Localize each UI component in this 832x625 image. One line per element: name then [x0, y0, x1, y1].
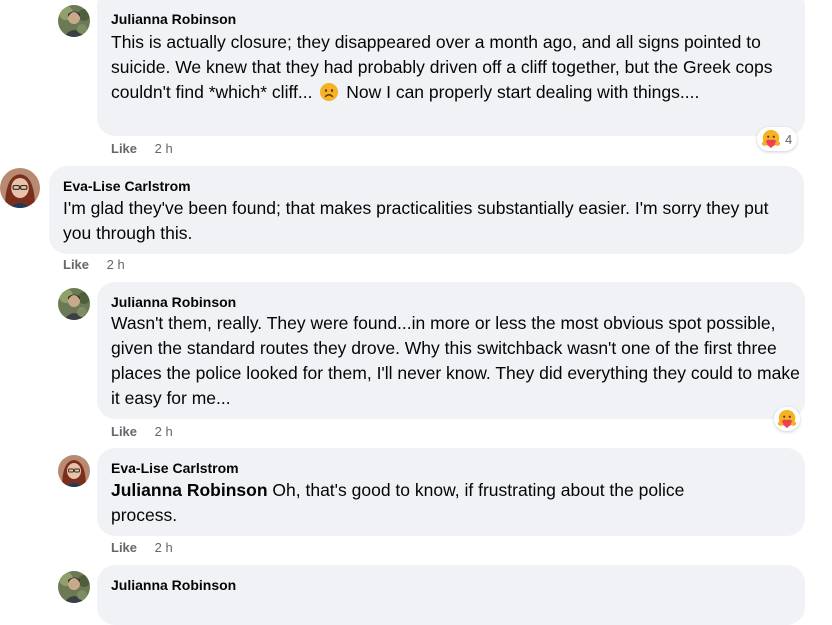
comment-actions: Like 2 h	[111, 424, 173, 439]
reaction-summary[interactable]: 4	[757, 127, 798, 151]
comment-author[interactable]: Eva-Lise Carlstrom	[111, 460, 239, 476]
comment-actions: Like 2 h	[111, 540, 173, 555]
comment-actions: Like 2 h	[63, 257, 125, 272]
comment-actions: Like 2 h	[111, 141, 173, 156]
comment-author[interactable]: Eva-Lise Carlstrom	[63, 178, 191, 194]
like-button[interactable]: Like	[111, 424, 137, 439]
comment-author[interactable]: Julianna Robinson	[111, 11, 236, 27]
avatar[interactable]	[58, 5, 90, 37]
like-button[interactable]: Like	[63, 257, 89, 272]
avatar[interactable]	[58, 571, 90, 603]
comment-author[interactable]: Julianna Robinson	[111, 294, 236, 310]
comment-author[interactable]: Julianna Robinson	[111, 577, 236, 593]
like-button[interactable]: Like	[111, 141, 137, 156]
comment-timestamp[interactable]: 2 h	[155, 540, 173, 555]
comment-timestamp[interactable]: 2 h	[155, 424, 173, 439]
comment-bubble	[97, 565, 805, 625]
like-button[interactable]: Like	[111, 540, 137, 555]
comment-text-part: Now I can properly start dealing with th…	[346, 82, 700, 102]
reaction-count: 4	[785, 131, 793, 147]
comment-text: Wasn't them, really. They were found...i…	[111, 313, 800, 408]
mention-link[interactable]: Julianna Robinson	[111, 480, 268, 500]
avatar[interactable]	[58, 455, 90, 487]
avatar[interactable]	[58, 288, 90, 320]
comment-text: This is actually closure; they disappear…	[111, 30, 801, 105]
comment-timestamp[interactable]: 2 h	[155, 141, 173, 156]
comment-text: Julianna Robinson Oh, that's good to kno…	[111, 478, 751, 528]
care-reaction-icon	[776, 408, 798, 430]
comment-timestamp[interactable]: 2 h	[107, 257, 125, 272]
sad-face-emoji-icon	[319, 82, 339, 102]
avatar[interactable]	[0, 168, 40, 208]
comment-text: I'm glad they've been found; that makes …	[63, 198, 769, 243]
care-reaction-icon	[760, 128, 782, 150]
reaction-summary[interactable]	[774, 407, 800, 431]
